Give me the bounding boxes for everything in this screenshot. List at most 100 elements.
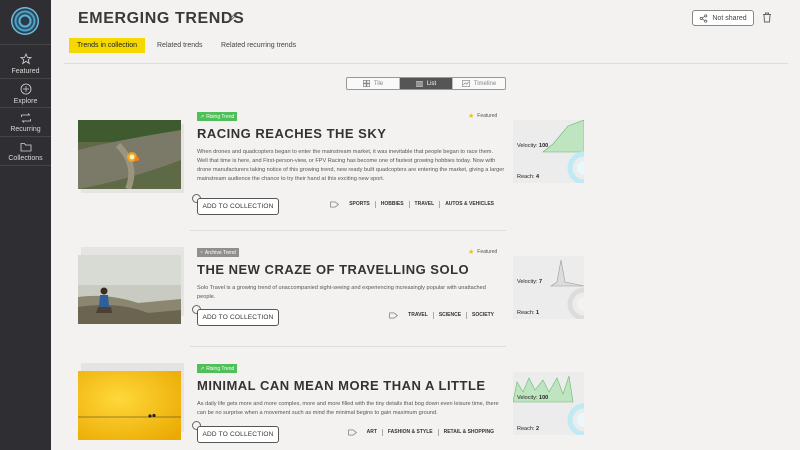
velocity-readout: Velocity: 7 [517,279,542,285]
star-icon: ★ [468,113,475,120]
sidebar: Featured Explore Recurring Collections [0,0,51,450]
view-tile-label: Tile [373,80,384,87]
featured-indicator: ★ Featured [468,248,497,256]
featured-indicator: ★ Featured [468,112,497,120]
sidebar-item-collections[interactable]: Collections [0,142,51,162]
pencil-icon[interactable] [228,12,238,22]
sidebar-item-label: Explore [13,98,38,105]
add-to-collection-button[interactable]: ADD TO COLLECTION [197,426,279,443]
category-tag[interactable]: HOBBIES [376,201,410,208]
add-to-collection-button[interactable]: ADD TO COLLECTION [197,198,279,215]
trend-description: When drones and quadcopters began to ent… [197,149,505,182]
category-tag[interactable]: ART [362,429,383,436]
grid-icon [362,80,370,87]
reach-label: Reach: [517,426,535,432]
sidebar-item-recurring[interactable]: Recurring [0,113,51,133]
badge-label: Rising Trend [206,113,235,120]
sidebar-divider [0,78,51,79]
badge-label: Rising Trend [206,365,235,372]
category-tag[interactable]: TRAVEL [410,201,441,208]
share-icon [700,13,708,23]
trend-title[interactable]: MINIMAL CAN MEAN MORE THAN A LITTLE [197,378,486,393]
sidebar-item-featured[interactable]: Featured [0,53,51,75]
reach-readout: Reach: 1 [517,310,539,316]
category-tags: TRAVEL SCIENCE SOCIETY [389,312,494,319]
solo-traveller-image [78,255,181,324]
folder-icon [20,143,31,152]
trend-metrics-card[interactable]: Velocity: 100 Reach: 2 [513,372,584,435]
category-tag[interactable]: FASHION & STYLE [383,429,439,436]
reach-label: Reach: [517,310,535,316]
category-tag[interactable]: RETAIL & SHOPPING [439,429,494,436]
category-tag[interactable]: SPORTS [344,201,376,208]
sidebar-item-explore[interactable]: Explore [0,83,51,105]
drone-racing-image [78,120,181,189]
trend-thumbnail[interactable] [78,255,181,324]
sidebar-item-label: Collections [8,155,43,162]
tag-icon [389,312,399,319]
view-list-button[interactable]: List [400,78,453,89]
trend-thumbnail[interactable] [78,120,181,189]
sidebar-divider [0,165,51,166]
category-tag[interactable]: AUTOS & VEHICLES [440,201,494,208]
trend-description: As daily life gets more and more complex… [197,401,499,416]
view-list-label: List [426,80,437,87]
share-label: Not shared [712,14,747,22]
trend-title[interactable]: THE NEW CRAZE OF TRAVELLING SOLO [197,262,469,277]
view-timeline-button[interactable]: Timeline [453,78,505,89]
tab-related-trends[interactable]: Related trends [149,38,211,53]
reach-value: 1 [535,310,540,316]
velocity-label: Velocity: [517,279,538,285]
trend-metrics-card[interactable]: Velocity: 100 Reach: 4 [513,120,584,183]
tag-icon [347,429,357,436]
archive-wave-icon: ~ [200,249,203,256]
velocity-label: Velocity: [517,143,538,149]
velocity-readout: Velocity: 100 [517,143,548,149]
trend-up-icon: ↗ [200,365,205,372]
trend-status-badge: ~ Archive Trend [197,248,239,257]
reach-label: Reach: [517,174,535,180]
velocity-value: 100 [539,395,549,401]
sidebar-divider [0,107,51,108]
velocity-value: 7 [539,279,543,285]
trend-up-icon: ↗ [200,113,205,120]
category-tag[interactable]: SCIENCE [434,312,468,319]
trend-status-badge: ↗ Rising Trend [197,112,238,121]
timeline-icon [461,80,470,87]
reach-readout: Reach: 2 [517,426,539,432]
tag-icon [330,201,340,208]
featured-label: Featured [477,249,498,255]
page-title: EMERGING TRENDS [78,10,245,27]
featured-label: Featured [477,113,498,119]
velocity-label: Velocity: [517,395,538,401]
trend-metrics-card[interactable]: Velocity: 7 Reach: 1 [513,256,584,319]
minimal-yellow-image [78,371,181,440]
reach-value: 2 [535,426,540,432]
header-divider [64,63,788,64]
trend-description: Solo Travel is a growing trend of unacco… [197,285,486,300]
trend-thumbnail[interactable] [78,371,181,440]
sidebar-divider [0,136,51,137]
compass-icon [20,83,31,95]
velocity-readout: Velocity: 100 [517,395,548,401]
reach-readout: Reach: 4 [517,174,539,180]
row-divider [190,346,506,347]
sidebar-item-label: Recurring [10,126,41,133]
category-tags: SPORTS HOBBIES TRAVEL AUTOS & VEHICLES [330,201,494,208]
tab-related-recurring-trends[interactable]: Related recurring trends [213,38,304,53]
row-divider [190,230,506,231]
reach-value: 4 [535,174,540,180]
sidebar-divider [0,44,51,45]
view-switcher: Tile List Timeline [346,77,506,90]
category-tag[interactable]: TRAVEL [403,312,434,319]
view-tile-button[interactable]: Tile [347,78,400,89]
tab-trends-in-collection[interactable]: Trends in collection [69,38,146,53]
trash-icon[interactable] [762,12,772,23]
badge-label: Archive Trend [204,249,236,256]
app-logo[interactable] [11,7,39,35]
category-tag[interactable]: SOCIETY [467,312,494,319]
trend-title[interactable]: RACING REACHES THE SKY [197,126,386,141]
view-timeline-label: Timeline [473,80,497,87]
share-button[interactable]: Not shared [692,10,754,26]
add-to-collection-button[interactable]: ADD TO COLLECTION [197,309,279,326]
